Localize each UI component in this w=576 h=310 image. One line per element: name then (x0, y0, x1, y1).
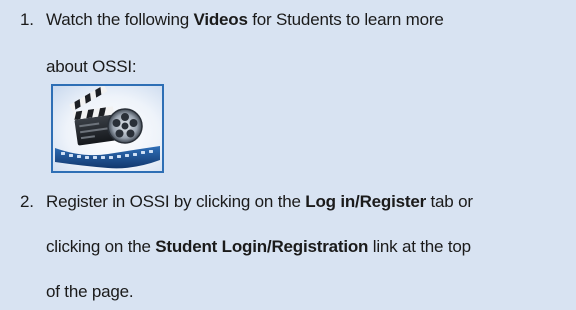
film-clapperboard-reel-icon (55, 86, 160, 169)
step-number: 1. (20, 10, 34, 29)
step-2-text-cont: tab or (426, 192, 473, 211)
step-2-text-2: clicking on the (46, 237, 156, 256)
step-1-line-1: 1. Watch the following Videos for Student… (20, 8, 444, 32)
step-1-text: Watch the following (46, 10, 194, 29)
step-2-line-3: of the page. (46, 282, 134, 301)
videos-link[interactable]: Videos (194, 10, 248, 29)
step-2-line-2: clicking on the Student Login/Registrati… (20, 235, 471, 259)
login-register-tab-label: Log in/Register (305, 192, 426, 211)
step-1-text-cont: for Students to learn more (247, 10, 444, 29)
instructions-panel: 1. Watch the following Videos for Student… (0, 0, 576, 310)
step-1-line-2: about OSSI: (46, 57, 137, 76)
step-2-text-2-cont: link at the top (368, 237, 471, 256)
videos-thumbnail-link[interactable] (51, 84, 164, 173)
student-login-registration-link-label: Student Login/Registration (155, 237, 369, 256)
step-number: 2. (20, 192, 34, 211)
step-2-line-1: 2. Register in OSSI by clicking on the Lo… (20, 190, 473, 214)
step-2-text: Register in OSSI by clicking on the (46, 192, 306, 211)
